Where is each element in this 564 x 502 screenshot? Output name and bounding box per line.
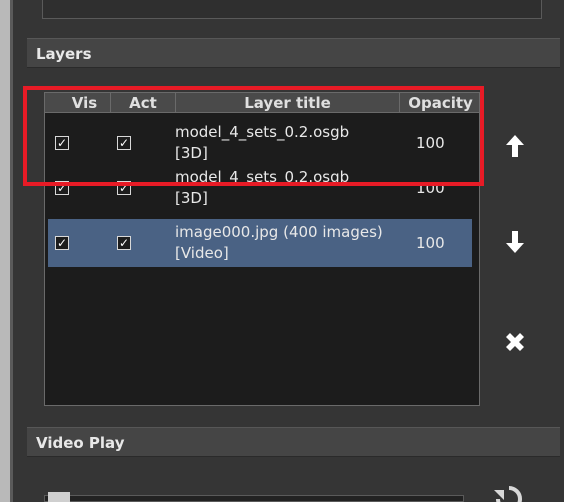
layer-title-cell: model_4_sets_0.2.osgb [3D] [175, 169, 350, 207]
opacity-cell[interactable]: 100 [416, 179, 445, 197]
opacity-cell[interactable]: 100 [416, 134, 445, 152]
replay-button[interactable] [494, 484, 524, 502]
close-icon [506, 333, 524, 351]
video-slider-track[interactable] [44, 495, 464, 502]
replay-icon [494, 486, 522, 502]
table-row[interactable]: ✓ ✓ model_4_sets_0.2.osgb [3D] 100 [48, 119, 472, 169]
active-checkbox[interactable]: ✓ [117, 136, 131, 150]
move-layer-up-button[interactable] [502, 133, 528, 159]
column-header-layer-title[interactable]: Layer title [176, 93, 400, 113]
layer-title-cell: image000.jpg (400 images) [Video] [175, 223, 383, 262]
layers-table: Vis Act Layer title Opacity ✓ ✓ model_4_… [44, 92, 480, 406]
column-header-act[interactable]: Act [111, 93, 176, 113]
column-header-vis[interactable]: Vis [45, 93, 111, 113]
video-play-section-header: Video Play [27, 427, 560, 457]
arrow-down-icon [506, 231, 524, 253]
visible-checkbox[interactable]: ✓ [55, 181, 69, 195]
arrow-up-icon [506, 135, 524, 157]
top-panel-frame [42, 0, 542, 19]
layer-title-cell: model_4_sets_0.2.osgb [3D] [175, 123, 350, 162]
opacity-cell[interactable]: 100 [416, 234, 445, 252]
left-rail [0, 0, 13, 502]
table-row[interactable]: model_4_sets_0.2.osgb [3D] 100 ✓ ✓ [48, 169, 472, 214]
layers-section-header: Layers [27, 38, 560, 68]
visible-checkbox[interactable]: ✓ [55, 236, 69, 250]
table-row[interactable]: ✓ ✓ image000.jpg (400 images) [Video] 10… [48, 219, 472, 267]
column-header-opacity[interactable]: Opacity [400, 93, 479, 113]
active-checkbox[interactable]: ✓ [117, 181, 131, 195]
video-slider-handle[interactable] [48, 492, 70, 502]
active-checkbox[interactable]: ✓ [117, 236, 131, 250]
visible-checkbox[interactable]: ✓ [55, 136, 69, 150]
move-layer-down-button[interactable] [502, 229, 528, 255]
remove-layer-button[interactable] [501, 328, 527, 354]
